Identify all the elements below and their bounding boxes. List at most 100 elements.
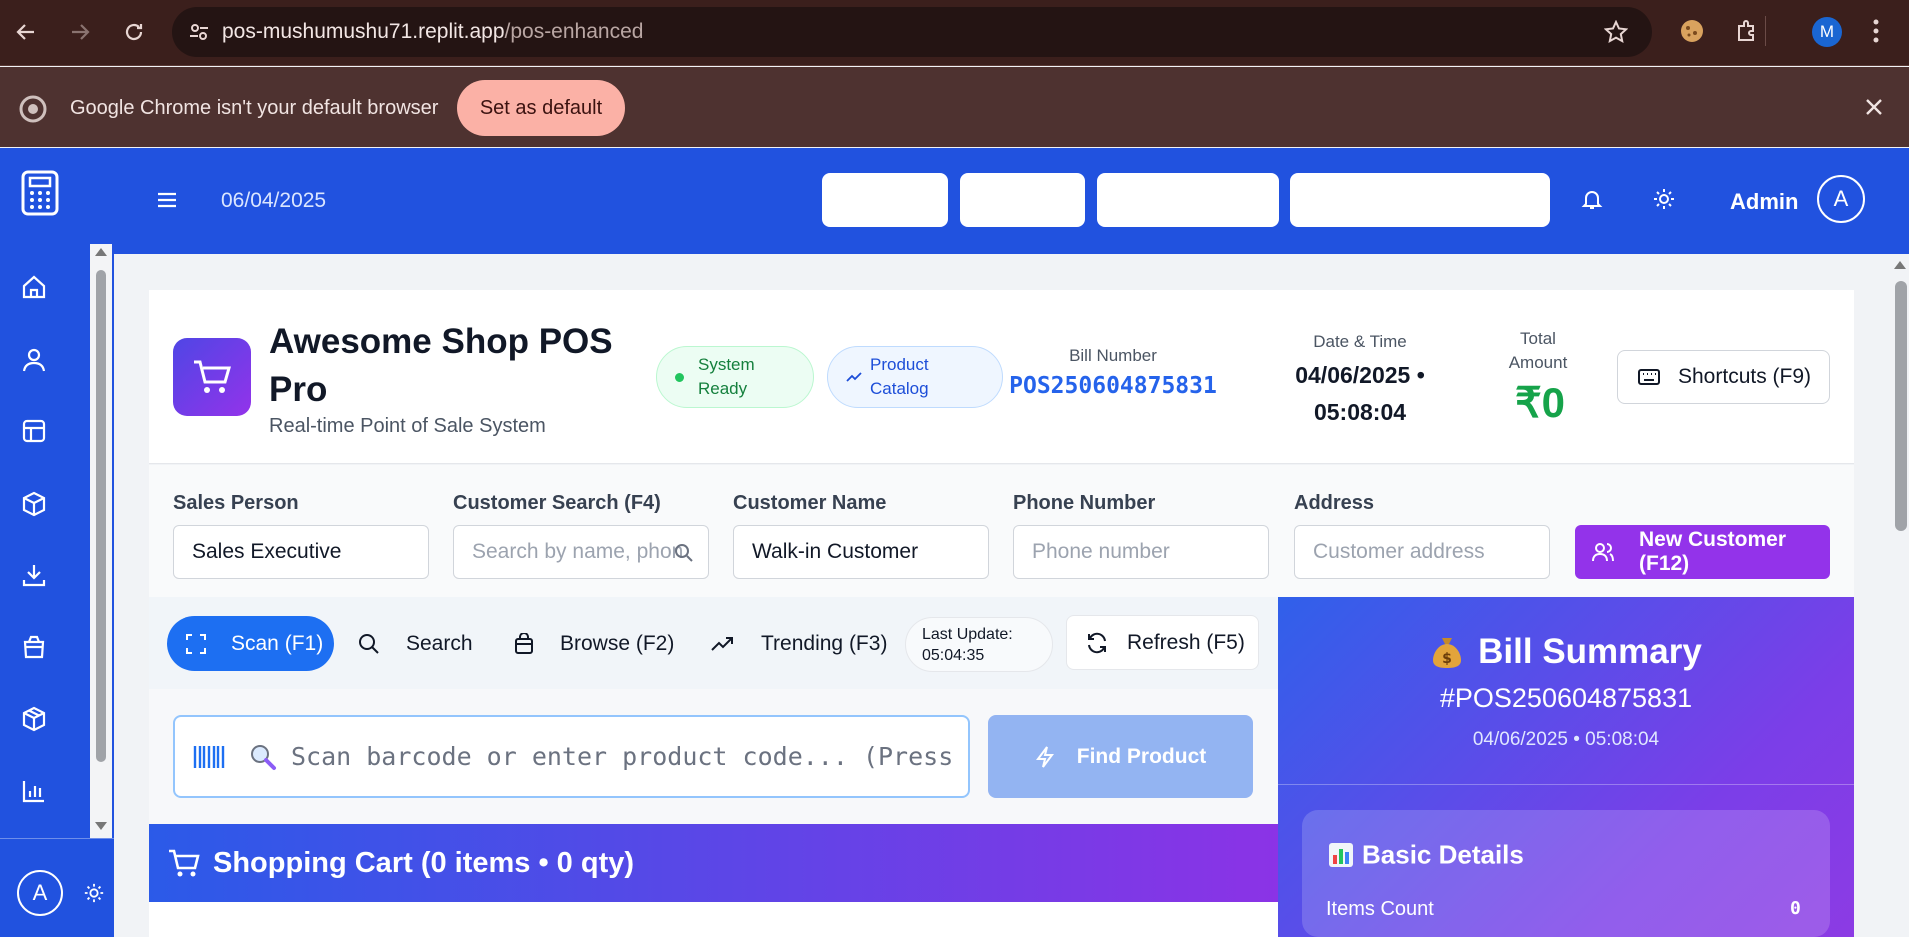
infobar-text: Google Chrome isn't your default browser: [70, 97, 439, 119]
home-icon[interactable]: [14, 267, 54, 307]
money-bag-icon: $: [1430, 634, 1464, 670]
lightning-icon: [1035, 745, 1055, 769]
profile-avatar[interactable]: M: [1812, 17, 1842, 47]
scan-frame-icon: [185, 633, 207, 655]
notification-bell-icon[interactable]: [1580, 187, 1604, 211]
shopping-bag-icon[interactable]: [14, 627, 54, 667]
header-action-1[interactable]: [822, 173, 948, 227]
product-catalog-badge[interactable]: Product Catalog: [827, 346, 1003, 408]
shop-title: Awesome Shop POS Pro: [269, 322, 613, 409]
customer-search-input[interactable]: Search by name, phone: [453, 525, 709, 579]
header-action-4[interactable]: [1290, 173, 1550, 227]
hamburger-menu-icon[interactable]: [156, 190, 178, 210]
extensions-icon[interactable]: [1734, 18, 1760, 44]
trending-icon: [711, 636, 735, 652]
tab-browse[interactable]: Browse (F2): [514, 616, 674, 671]
shop-subtitle: Real-time Point of Sale System: [269, 415, 546, 437]
bill-summary-title: $ Bill Summary: [1278, 630, 1854, 672]
scroll-down-arrow[interactable]: [95, 822, 107, 830]
layout-icon[interactable]: [14, 411, 54, 451]
barcode-input[interactable]: Scan barcode or enter product code... (P…: [173, 715, 970, 798]
chrome-menu-icon[interactable]: [1872, 17, 1880, 45]
header-action-2[interactable]: [960, 173, 1085, 227]
keyboard-icon: [1638, 368, 1660, 386]
customer-search-label: Customer Search (F4): [453, 492, 661, 514]
summary-divider: [1278, 784, 1854, 785]
scroll-up-arrow[interactable]: [95, 248, 107, 256]
address-bar[interactable]: pos-mushumushu71.replit.app/pos-enhanced: [172, 7, 1652, 57]
page-scroll-up-arrow[interactable]: [1894, 261, 1906, 269]
sidebar-divider: [0, 838, 114, 839]
user-avatar[interactable]: A: [1817, 175, 1865, 223]
cart-icon: [167, 847, 201, 879]
tab-trending[interactable]: Trending (F3): [711, 616, 887, 671]
customer-search-icon[interactable]: [674, 543, 694, 563]
page-scroll-thumb[interactable]: [1895, 281, 1907, 531]
find-product-button[interactable]: Find Product: [988, 715, 1253, 798]
trend-icon: [846, 371, 862, 383]
calculator-logo-icon[interactable]: [20, 170, 60, 216]
box-icon[interactable]: [14, 484, 54, 524]
datetime-label: Date & Time: [1313, 332, 1407, 351]
magnifier-emoji-icon: [249, 743, 277, 771]
new-customer-button[interactable]: New Customer (F12): [1575, 525, 1830, 579]
status-dot: [675, 372, 684, 382]
refresh-icon: [1085, 631, 1109, 655]
bar-chart-icon[interactable]: [14, 771, 54, 811]
users-icon: [1591, 541, 1615, 563]
barcode-icon: [193, 744, 227, 770]
basic-details-title: Basic Details: [1328, 838, 1524, 871]
items-count-label: Items Count: [1326, 898, 1434, 920]
admin-name: Admin: [1730, 189, 1799, 214]
phone-input[interactable]: Phone number: [1013, 525, 1269, 579]
tab-search[interactable]: Search: [358, 616, 473, 671]
chrome-logo-icon: [19, 95, 47, 123]
cart-body: [149, 902, 1278, 937]
toolbar-divider: [1765, 16, 1766, 46]
forward-icon[interactable]: [60, 12, 100, 52]
total-amount: ₹0: [1514, 379, 1566, 426]
tab-scan[interactable]: Scan (F1): [167, 616, 334, 671]
shopping-cart-header: Shopping Cart (0 items • 0 qty): [149, 824, 1278, 902]
bill-number: POS250604875831: [1009, 373, 1217, 399]
site-settings-icon[interactable]: [188, 21, 210, 43]
close-infobar-icon[interactable]: [1863, 96, 1885, 118]
refresh-button[interactable]: Refresh (F5): [1066, 615, 1259, 670]
bookmark-star-icon[interactable]: [1604, 20, 1628, 44]
search-icon: [358, 633, 380, 655]
summary-datetime: 04/06/2025 • 05:08:04: [1472, 729, 1660, 750]
theme-sun-icon[interactable]: [1652, 187, 1676, 211]
customer-name-label: Customer Name: [733, 492, 887, 514]
user-icon[interactable]: [14, 340, 54, 380]
chart-emoji-icon: [1328, 842, 1354, 868]
cart-logo: [173, 338, 251, 416]
shortcuts-button[interactable]: Shortcuts (F9): [1617, 350, 1830, 404]
sidebar-sun-icon[interactable]: [83, 882, 105, 904]
last-update-badge: Last Update: 05:04:35: [905, 617, 1053, 672]
browse-bag-icon: [514, 632, 534, 655]
sidebar-scroll-thumb[interactable]: [96, 270, 106, 762]
sales-person-select[interactable]: Sales Executive: [173, 525, 429, 579]
status-badge: System Ready: [656, 346, 814, 408]
back-icon[interactable]: [6, 12, 46, 52]
customer-name-input[interactable]: Walk-in Customer: [733, 525, 989, 579]
cookie-extension-icon[interactable]: [1679, 18, 1705, 44]
phone-label: Phone Number: [1013, 492, 1156, 514]
reload-icon[interactable]: [114, 12, 154, 52]
summary-bill-number: #POS250604875831: [1439, 683, 1693, 713]
bill-number-label: Bill Number: [1069, 346, 1157, 365]
items-count-value: 0: [1790, 898, 1801, 919]
sales-person-label: Sales Person: [173, 492, 299, 514]
package-icon[interactable]: [14, 699, 54, 739]
url-text: pos-mushumushu71.replit.app/pos-enhanced: [222, 20, 644, 43]
sidebar-avatar[interactable]: A: [17, 870, 63, 916]
datetime-value: 04/06/2025 • 05:08:04: [1295, 362, 1425, 425]
header-action-3[interactable]: [1097, 173, 1279, 227]
address-label: Address: [1294, 492, 1375, 514]
download-icon[interactable]: [14, 555, 54, 595]
set-default-button[interactable]: Set as default: [457, 80, 625, 136]
address-input[interactable]: Customer address: [1294, 525, 1550, 579]
svg-text:$: $: [1442, 651, 1452, 667]
header-date: 06/04/2025: [221, 189, 327, 212]
total-amount-label: Total Amount: [1508, 329, 1568, 372]
